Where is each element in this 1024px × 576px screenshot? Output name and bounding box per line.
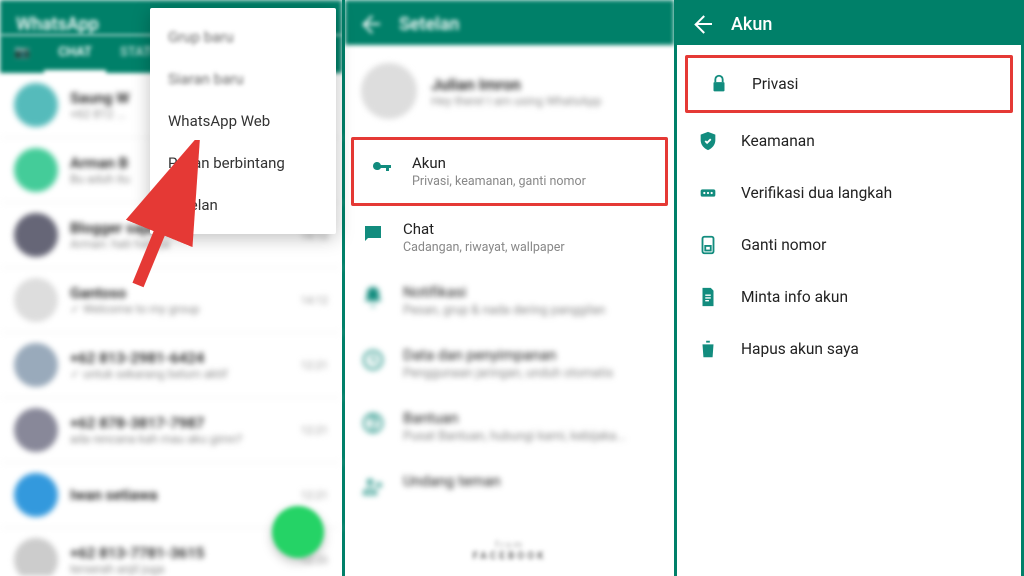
overflow-menu: Grup baru Siaran baru WhatsApp Web Pesan…: [150, 8, 336, 234]
settings-title: Setelan: [399, 14, 460, 35]
account-list: Privasi Keamanan Verifikasi dua langkah …: [677, 45, 1021, 375]
settings-header: Setelan: [345, 0, 674, 45]
chat-preview: ✓ Welcome to my group: [70, 302, 289, 316]
settings-item-data-dan-penyimpanan[interactable]: Data dan penyimpanan Penggunaan jaringan…: [345, 332, 674, 395]
app-title: WhatsApp: [16, 14, 99, 35]
avatar: [14, 538, 58, 576]
avatar: [14, 473, 58, 517]
profile-row[interactable]: Julian Imron Hey there! I am using Whats…: [345, 45, 674, 137]
account-item-ganti-nomor[interactable]: Ganti nomor: [677, 219, 1021, 271]
settings-item-notifikasi[interactable]: Notifikasi Pesan, grup & nada dering pan…: [345, 269, 674, 332]
chat-name: +62 813-2981-6424: [70, 349, 289, 367]
settings-item-subtitle: Penggunaan jaringan, unduh otomatis: [403, 366, 613, 381]
account-screen: Akun Privasi Keamanan Verifikasi dua lan…: [677, 0, 1024, 576]
settings-item-akun[interactable]: Akun Privasi, keamanan, ganti nomor: [354, 140, 665, 203]
chat-name: Gantoso: [70, 284, 289, 302]
avatar: [14, 148, 58, 192]
back-icon[interactable]: [693, 15, 713, 35]
avatar: [14, 213, 58, 257]
menu-grup-baru[interactable]: Grup baru: [150, 16, 336, 58]
tab-camera[interactable]: 📷: [0, 35, 44, 73]
account-item-label: Ganti nomor: [741, 236, 826, 254]
chat-time: 12:21: [301, 424, 328, 437]
file-icon: [697, 286, 719, 308]
dots-icon: [697, 182, 719, 204]
account-item-verifikasi-dua-langkah[interactable]: Verifikasi dua langkah: [677, 167, 1021, 219]
chat-row[interactable]: Gantoso ✓ Welcome to my group 14:12: [0, 268, 342, 333]
data-icon: [361, 348, 385, 372]
avatar: [14, 408, 58, 452]
account-item-hapus-akun-saya[interactable]: Hapus akun saya: [677, 323, 1021, 375]
menu-whatsapp-web[interactable]: WhatsApp Web: [150, 100, 336, 142]
new-chat-fab[interactable]: [272, 506, 324, 558]
chat-preview: ada rencana kah mau aku gimn?: [70, 432, 289, 446]
account-item-label: Hapus akun saya: [741, 340, 859, 358]
chat-preview: ✓ untuk sekarang belum aktif: [70, 367, 289, 381]
chat-name: Iwan setiawa: [70, 486, 289, 504]
avatar: [14, 343, 58, 387]
settings-item-chat[interactable]: Chat Cadangan, riwayat, wallpaper: [345, 206, 674, 269]
account-item-label: Minta info akun: [741, 288, 848, 306]
chat-time: 14:12: [301, 294, 328, 307]
chat-row[interactable]: +62 878-3817-7987 ada rencana kah mau ak…: [0, 398, 342, 463]
back-icon[interactable]: [361, 15, 381, 35]
settings-item-subtitle: Pusat Bantuan, hubungi kami, kebijaka...: [403, 429, 626, 444]
menu-pesan-berbintang[interactable]: Pesan berbintang: [150, 142, 336, 184]
menu-setelan[interactable]: Setelan: [150, 184, 336, 226]
sim-icon: [697, 234, 719, 256]
chat-preview: Arman: hati hati ya: [70, 237, 289, 251]
chat-preview: terserah anjil juga: [70, 562, 289, 576]
chat-screen: WhatsApp 📷 CHAT STATUS Saung W +62 812 .…: [0, 0, 345, 576]
footer-from: from: [345, 540, 674, 551]
settings-item-subtitle: Pesan, grup & nada dering panggilan: [403, 303, 605, 318]
trash-icon: [697, 338, 719, 360]
profile-name: Julian Imron: [431, 75, 601, 94]
footer: from FACEBOOK: [345, 532, 674, 576]
chat-row[interactable]: +62 813-2981-6424 ✓ untuk sekarang belum…: [0, 333, 342, 398]
settings-item-title: Chat: [403, 220, 565, 238]
shield-icon: [697, 130, 719, 152]
account-item-privasi[interactable]: Privasi: [688, 58, 970, 110]
invite-icon: [361, 474, 385, 498]
key-icon: [370, 156, 394, 180]
chat-icon: [361, 222, 385, 246]
account-item-label: Verifikasi dua langkah: [741, 184, 892, 202]
tab-chat[interactable]: CHAT: [44, 35, 106, 73]
bell-icon: [361, 285, 385, 309]
account-item-minta-info-akun[interactable]: Minta info akun: [677, 271, 1021, 323]
menu-siaran-baru[interactable]: Siaran baru: [150, 58, 336, 100]
help-icon: [361, 411, 385, 435]
settings-item-title: Akun: [412, 154, 586, 172]
chat-time: 12:21: [301, 359, 328, 372]
settings-item-bantuan[interactable]: Bantuan Pusat Bantuan, hubungi kami, keb…: [345, 395, 674, 458]
avatar: [14, 278, 58, 322]
settings-item-subtitle: Privasi, keamanan, ganti nomor: [412, 174, 586, 189]
lock-icon: [708, 73, 730, 95]
account-item-keamanan[interactable]: Keamanan: [677, 115, 1021, 167]
chat-name: +62 878-3817-7987: [70, 414, 289, 432]
account-item-label: Privasi: [752, 75, 798, 93]
avatar: [14, 83, 58, 127]
avatar: [361, 63, 417, 119]
settings-item-title: Bantuan: [403, 409, 626, 427]
settings-list: Akun Privasi, keamanan, ganti nomor Chat…: [345, 137, 674, 532]
settings-item-title: Undang teman: [403, 472, 501, 490]
profile-status: Hey there! I am using WhatsApp: [431, 94, 601, 108]
settings-item-subtitle: Cadangan, riwayat, wallpaper: [403, 240, 565, 255]
settings-item-title: Data dan penyimpanan: [403, 346, 613, 364]
chat-name: +62 813-7781-3615: [70, 544, 289, 562]
account-header: Akun: [677, 0, 1021, 45]
account-item-label: Keamanan: [741, 132, 815, 150]
settings-item-undang-teman[interactable]: Undang teman: [345, 458, 674, 512]
chat-time: 12:21: [301, 489, 328, 502]
settings-item-title: Notifikasi: [403, 283, 605, 301]
settings-screen: Setelan Julian Imron Hey there! I am usi…: [345, 0, 677, 576]
account-title: Akun: [731, 14, 772, 35]
footer-facebook: FACEBOOK: [345, 551, 674, 562]
